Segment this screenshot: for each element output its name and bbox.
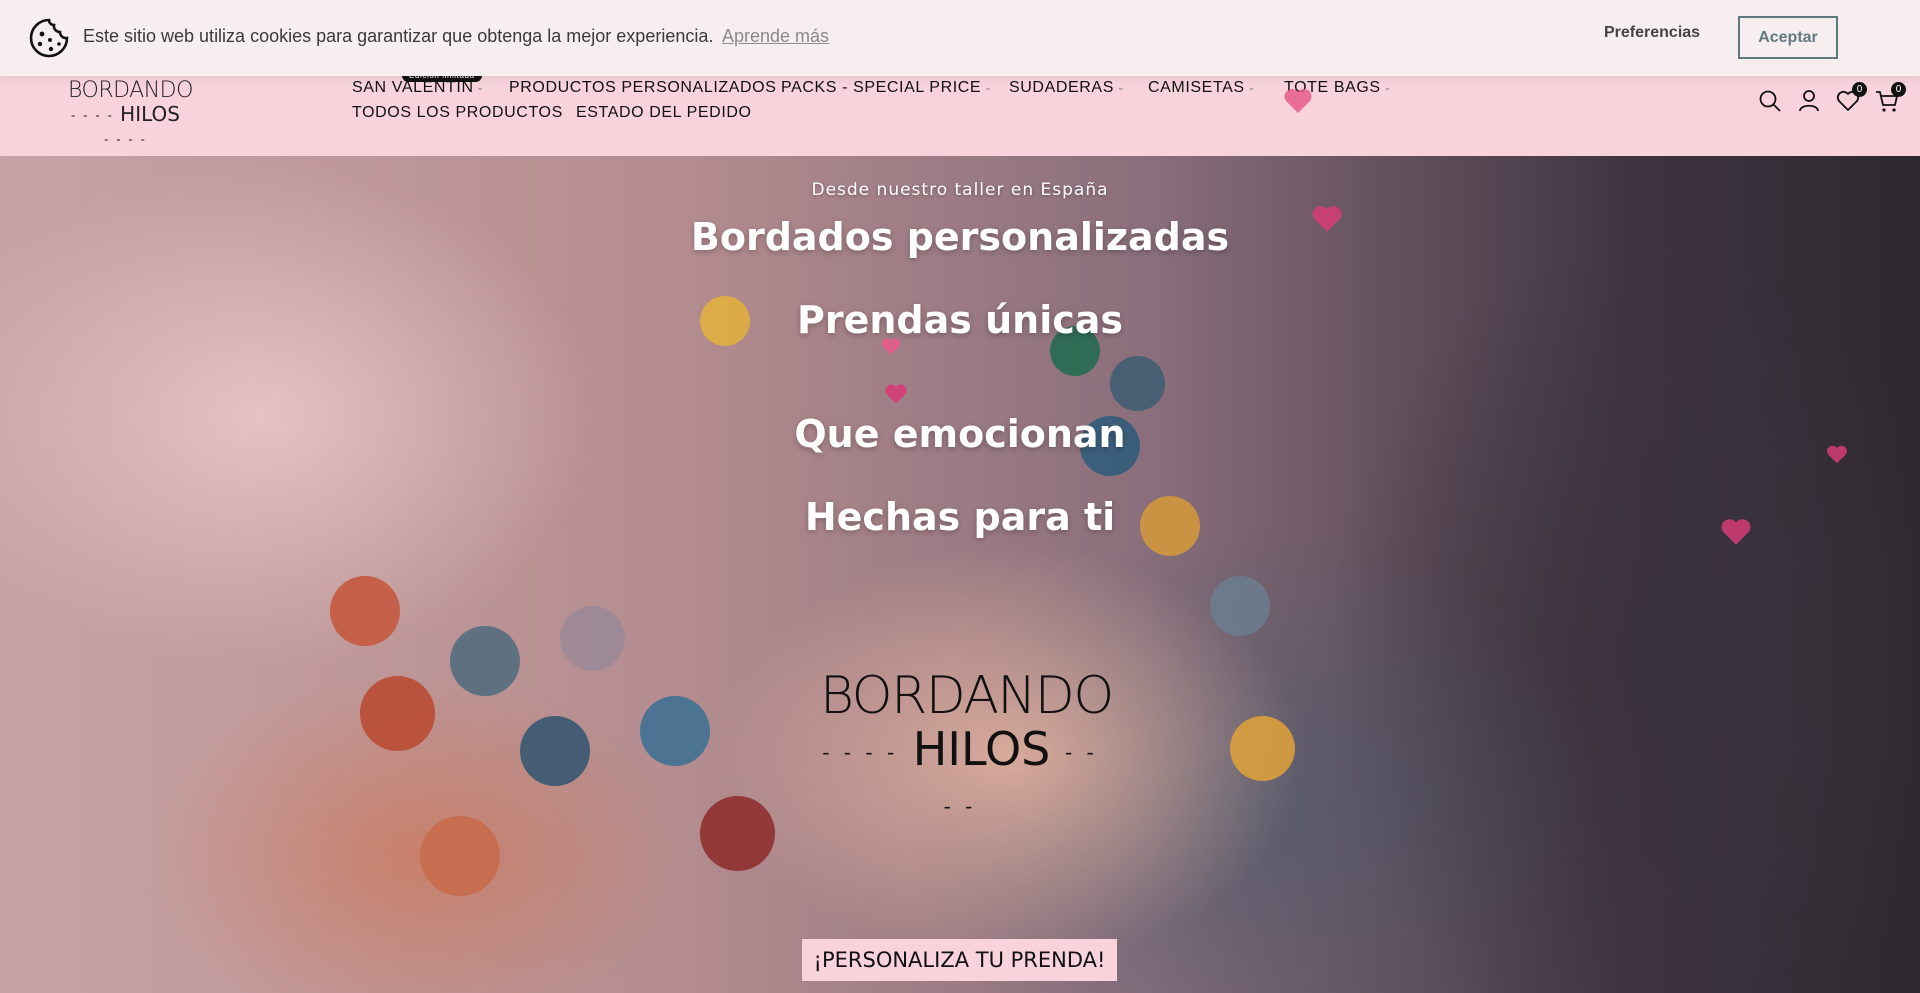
nav-label: PRODUCTOS PERSONALIZADOS bbox=[509, 79, 777, 96]
floating-heart-icon bbox=[1284, 89, 1312, 113]
preferences-button[interactable]: Preferencias bbox=[1604, 24, 1700, 42]
wishlist-count: 0 bbox=[1852, 82, 1867, 97]
logo-dash-left: - - - - bbox=[71, 108, 114, 123]
floating-heart-icon bbox=[885, 384, 907, 404]
chevron-down-icon: ⌄ bbox=[1383, 82, 1392, 93]
hero-headline-4: Hechas para ti bbox=[804, 495, 1116, 539]
site-logo[interactable]: BORDANDO - - - - HILOS - - - - bbox=[68, 78, 193, 147]
search-icon[interactable] bbox=[1757, 88, 1783, 114]
floating-heart-icon bbox=[1721, 519, 1751, 545]
floating-heart-icon bbox=[882, 338, 900, 355]
cart-count: 0 bbox=[1891, 82, 1906, 97]
hero-logo-text-top: BORDANDO bbox=[820, 666, 1114, 726]
hero-logo: BORDANDO - - - - HILOS - - - - bbox=[820, 666, 1114, 819]
logo-text-top: BORDANDO bbox=[68, 78, 193, 103]
accept-cookies-button[interactable]: Aceptar bbox=[1738, 16, 1838, 59]
learn-more-link[interactable]: Aprende más bbox=[722, 26, 829, 47]
hero-headline-1: Bordados personalizadas bbox=[690, 215, 1230, 259]
nav-item-todos-los-productos[interactable]: TODOS LOS PRODUCTOS bbox=[352, 104, 563, 122]
nav-item-estado-del-pedido[interactable]: ESTADO DEL PEDIDO bbox=[576, 104, 752, 122]
nav-item-packs[interactable]: PACKS - SPECIAL PRICE ⌄ bbox=[781, 79, 992, 97]
personalize-cta-button[interactable]: ¡PERSONALIZA TU PRENDA! bbox=[802, 939, 1117, 981]
chevron-down-icon: ⌄ bbox=[984, 82, 993, 93]
hero-logo-dash-left: - - - - bbox=[822, 740, 899, 765]
nav-label: PACKS - SPECIAL PRICE bbox=[781, 79, 982, 96]
nav-item-camisetas[interactable]: CAMISETAS ⌄ bbox=[1148, 79, 1256, 97]
site-header: BORDANDO - - - - HILOS - - - - Edición l… bbox=[0, 69, 1920, 156]
chevron-down-icon: ⌄ bbox=[476, 82, 485, 93]
logo-word: HILOS bbox=[120, 102, 180, 126]
nav-item-san-valentin[interactable]: Edición limitada SAN VALENTÍN⌄ bbox=[352, 69, 485, 97]
nav-item-productos-personalizados[interactable]: PRODUCTOS PERSONALIZADOS bbox=[509, 79, 777, 97]
logo-text-bottom: - - - - HILOS - - - - bbox=[68, 102, 183, 150]
nav-label: SUDADERAS bbox=[1009, 79, 1114, 96]
chevron-down-icon: ⌄ bbox=[1116, 82, 1126, 93]
hero-banner: Desde nuestro taller en España Bordados … bbox=[0, 156, 1920, 993]
hero-headline-3: Que emocionan bbox=[794, 412, 1126, 456]
wishlist-button[interactable]: 0 bbox=[1835, 82, 1867, 114]
hero-logo-text-bottom: - - - - HILOS - - - - bbox=[820, 722, 1100, 830]
floating-heart-icon bbox=[1827, 445, 1847, 464]
cart-button[interactable]: 0 bbox=[1874, 82, 1906, 114]
hero-logo-word: HILOS bbox=[912, 722, 1051, 776]
nav-label: TODOS LOS PRODUCTOS bbox=[352, 104, 563, 121]
cookie-icon bbox=[29, 18, 69, 58]
user-icon[interactable] bbox=[1796, 88, 1822, 114]
hero-headline-2: Prendas únicas bbox=[796, 298, 1124, 342]
cookie-message: Este sitio web utiliza cookies para gara… bbox=[83, 26, 714, 46]
nav-item-sudaderas[interactable]: SUDADERAS ⌄ bbox=[1009, 79, 1125, 97]
hero-subtitle: Desde nuestro taller en España bbox=[811, 180, 1109, 200]
logo-dash-right: - - - - bbox=[104, 132, 147, 147]
chevron-down-icon: ⌄ bbox=[1247, 82, 1256, 93]
floating-heart-icon bbox=[1312, 206, 1342, 232]
cookie-banner: Este sitio web utiliza cookies para gara… bbox=[0, 0, 1920, 76]
nav-label: ESTADO DEL PEDIDO bbox=[576, 104, 752, 121]
nav-label: CAMISETAS bbox=[1148, 79, 1245, 96]
